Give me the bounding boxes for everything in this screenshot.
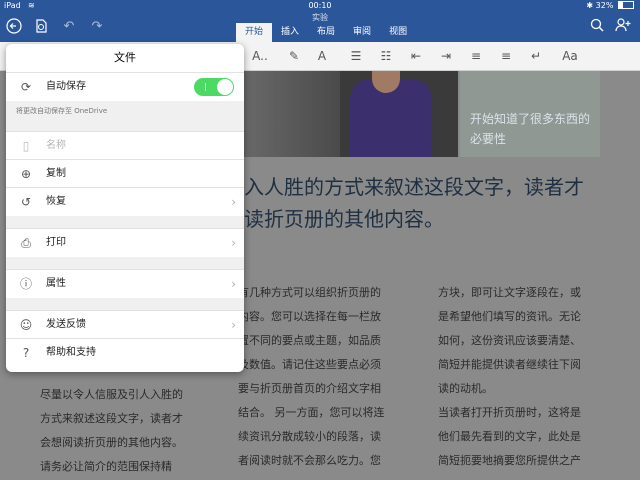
body-line: 会想阅读折页册的其他内容。 [40, 436, 183, 449]
printer-icon: ⎙ [21, 236, 31, 250]
body-line: 内容。您可以选择在每一栏放 [238, 310, 381, 323]
feedback-icon: ☺ [19, 318, 33, 332]
body-line: 是希望他们填写的资讯。无论 [438, 310, 581, 323]
duplicate-label: 复制 [46, 168, 66, 179]
clock: 00:10 [308, 1, 332, 10]
autosave-label: 自动保存 [46, 81, 86, 92]
section-separator [6, 257, 244, 269]
restore-row[interactable]: ↺ 恢复 › [6, 187, 244, 216]
share-person-icon[interactable] [614, 18, 632, 36]
numbered-list-icon[interactable]: ☷ [376, 46, 396, 66]
rename-row[interactable]: ▯ 名称 [6, 131, 244, 160]
autosave-note-area: 将更改自动保存至 OneDrive [6, 101, 244, 131]
align-center-icon[interactable]: ≡ [496, 46, 516, 66]
autosave-toggle[interactable]: | [194, 78, 234, 96]
status-bar: iPad ≋ 00:10 ✱ 32% [0, 0, 640, 12]
print-label: 打印 [46, 237, 66, 248]
document-heading: 入人胜的方式来叙述这段文字，读者才 读折页册的其他内容。 [244, 171, 624, 235]
feedback-row[interactable]: ☺ 发送反馈 › [6, 310, 244, 339]
body-line: 者阅读时就不会那么吃力。您 [238, 454, 381, 467]
help-row[interactable]: ? 帮助和支持 [6, 338, 244, 367]
tab-insert[interactable]: 插入 [272, 23, 308, 42]
undo-icon[interactable]: ↶ [60, 18, 78, 36]
text-column-left: 尽量以令人信服及引人入胜的 方式来叙述这段文字，读者才 会想阅读折页册的其他内容… [40, 383, 210, 479]
rename-label: 名称 [46, 140, 66, 151]
body-line: 当读者打开折页册时，这将是 [438, 406, 581, 419]
print-row[interactable]: ⎙ 打印 › [6, 228, 244, 257]
duplicate-icon: ⊕ [20, 167, 32, 181]
decrease-indent-icon[interactable]: ⇤ [406, 46, 426, 66]
redo-icon[interactable]: ↷ [88, 18, 106, 36]
body-line: 要与折页册首页的介绍文字相 [238, 382, 381, 395]
body-line: 结合。 另一方面，您可以将连 [238, 406, 385, 419]
info-icon: ⓘ [19, 277, 32, 291]
restore-label: 恢复 [46, 196, 66, 207]
ribbon-tabs: 开始 插入 布局 审阅 视图 [236, 23, 416, 42]
help-icon: ? [22, 346, 30, 360]
file-menu-icon[interactable] [32, 18, 50, 36]
battery-percent: 32% [595, 1, 614, 10]
autosave-row: ⟳ 自动保存 | [6, 72, 244, 101]
body-line: 方块，即可让文字逐段在，或 [438, 286, 581, 299]
file-panel: 文件 ⟳ 自动保存 | 将更改自动保存至 OneDrive ▯ 名称 ⊕ 复制 … [6, 44, 244, 372]
document-photo [240, 71, 458, 157]
duplicate-row[interactable]: ⊕ 复制 [6, 159, 244, 188]
toggle-on-mark: | [204, 82, 207, 91]
callout-text: 开始知道了很多东西的必要性 [470, 112, 591, 146]
paragraph-mark-icon[interactable]: ↵ [526, 46, 546, 66]
body-line: 读的动机。 [438, 382, 493, 395]
battery-icon [618, 1, 634, 9]
tab-review[interactable]: 审阅 [344, 23, 380, 42]
properties-row[interactable]: ⓘ 属性 › [6, 269, 244, 298]
autosave-note: 将更改自动保存至 OneDrive [16, 107, 108, 115]
body-line: 方式来叙述这段文字，读者才 [40, 412, 183, 425]
font-size-button[interactable]: A.. [250, 46, 270, 66]
body-line: 简短并能提供读者继续往下阅 [438, 358, 581, 371]
section-separator [6, 298, 244, 310]
body-line: 请务必让简介的范围保持精 [40, 460, 172, 473]
styles-icon[interactable]: Aa [560, 46, 580, 66]
body-line: 如何，这份资讯应该要清楚、 [438, 334, 581, 347]
search-icon[interactable] [588, 18, 606, 36]
ribbon-header: 实验 ↶ ↷ 开始 插入 布局 审阅 视图 [0, 12, 640, 42]
restore-icon: ↺ [20, 195, 32, 209]
text-column-right: 方块，即可让文字逐段在，或 是希望他们填写的资讯。无论 如何，这份资讯应该要清楚… [438, 281, 608, 473]
increase-indent-icon[interactable]: ⇥ [436, 46, 456, 66]
body-line: 置不同的要点或主题，如品质 [238, 334, 381, 347]
help-label: 帮助和支持 [46, 347, 96, 358]
back-icon[interactable] [5, 18, 23, 36]
chevron-right-icon: › [231, 318, 236, 332]
chevron-right-icon: › [231, 236, 236, 250]
body-line: 及数值。请记住这些要点必须 [238, 358, 381, 371]
body-line: 有几种方式可以组织折页册的 [238, 286, 381, 299]
body-line: 尽量以令人信服及引人入胜的 [40, 388, 183, 401]
bullet-list-icon[interactable]: ☰ [346, 46, 366, 66]
tab-view[interactable]: 视图 [380, 23, 416, 42]
section-separator [6, 216, 244, 228]
body-line: 续资讯分散成较小的段落，读 [238, 430, 381, 443]
callout-box: 开始知道了很多东西的必要性 [460, 71, 600, 157]
feedback-label: 发送反馈 [46, 319, 86, 330]
heading-line: 读折页册的其他内容。 [244, 207, 444, 231]
toggle-knob [217, 79, 233, 95]
properties-label: 属性 [46, 278, 66, 289]
tab-home[interactable]: 开始 [236, 23, 273, 42]
bluetooth-icon: ✱ [586, 1, 594, 10]
hardware-image [240, 71, 340, 157]
document-icon: ▯ [22, 139, 30, 153]
tab-layout[interactable]: 布局 [308, 23, 344, 42]
battery-indicator: ✱ 32% [586, 0, 634, 12]
highlighter-icon[interactable]: ✎ [284, 46, 304, 66]
autosave-icon: ⟳ [20, 80, 32, 94]
align-left-icon[interactable]: ≡ [466, 46, 486, 66]
font-color-button[interactable]: A [312, 46, 332, 66]
text-column-middle: 有几种方式可以组织折页册的 内容。您可以选择在每一栏放 置不同的要点或主题，如品… [238, 281, 408, 473]
heading-line: 入人胜的方式来叙述这段文字，读者才 [244, 175, 584, 199]
chevron-right-icon: › [231, 277, 236, 291]
chevron-right-icon: › [231, 195, 236, 209]
panel-title: 文件 [114, 51, 136, 64]
body-line: 简短扼要地摘要您所提供之产 [438, 454, 581, 467]
body-line: 他们最先看到的文字，此处是 [438, 430, 581, 443]
